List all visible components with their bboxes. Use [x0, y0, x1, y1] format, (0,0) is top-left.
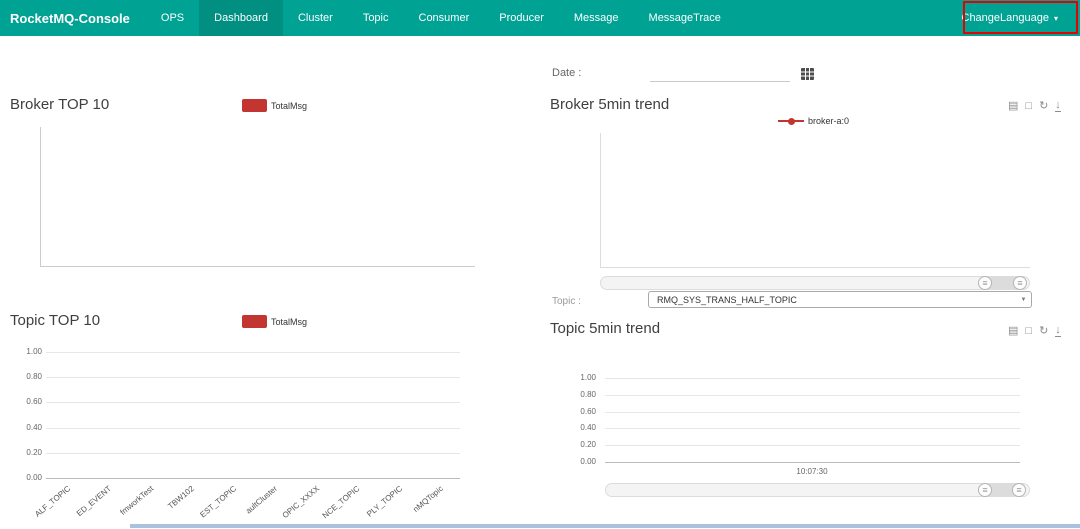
legend-bar-marker-icon	[242, 315, 267, 328]
topic-top10-title: Topic TOP 10	[10, 312, 101, 329]
date-label: Date :	[552, 67, 582, 79]
topic-trend-datazoom-slider[interactable]: ≡ ≡	[605, 483, 1030, 497]
navbar: RocketMQ-Console OPS Dashboard Cluster T…	[0, 0, 1080, 36]
gridline	[605, 428, 1020, 429]
broker-top10-title: Broker TOP 10	[10, 96, 110, 113]
gridline	[46, 352, 460, 353]
caret-down-icon: ▾	[1053, 13, 1058, 23]
x-category-label: NCE_TOPIC	[321, 484, 362, 521]
gridline	[46, 428, 460, 429]
nav-item-dashboard[interactable]: Dashboard	[199, 0, 283, 36]
nav-item-producer[interactable]: Producer	[484, 0, 559, 36]
gridline	[605, 445, 1020, 446]
legend-line-marker-icon	[778, 117, 804, 125]
x-category-label: fmworkTest	[118, 484, 155, 517]
legend-label: broker-a:0	[808, 116, 850, 126]
nav-item-message[interactable]: Message	[559, 0, 634, 36]
page: RocketMQ-Console OPS Dashboard Cluster T…	[0, 0, 1080, 529]
x-time-label: 10:07:30	[796, 467, 828, 476]
gridline	[605, 378, 1020, 379]
y-tick-label: 0.20	[26, 448, 42, 457]
x-category-label: ED_EVENT	[74, 484, 113, 519]
dataview-icon[interactable]: ▤	[1008, 100, 1018, 112]
x-category-label: PLY_TOPIC	[364, 484, 404, 519]
y-tick-label: 0.40	[26, 423, 42, 432]
dataview-icon[interactable]: ▤	[1008, 325, 1018, 337]
gridline	[605, 395, 1020, 396]
download-icon[interactable]: ↓	[1055, 100, 1061, 112]
nav-item-cluster[interactable]: Cluster	[283, 0, 348, 36]
x-category-label: nMQTopic	[411, 484, 445, 515]
datazoom-right-handle[interactable]: ≡	[1012, 483, 1026, 497]
refresh-icon[interactable]: ↻	[1039, 325, 1048, 337]
legend-bar-marker-icon	[242, 99, 267, 112]
nav-item-ops[interactable]: OPS	[146, 0, 199, 36]
restore-icon[interactable]: □	[1025, 325, 1032, 337]
restore-icon[interactable]: □	[1025, 100, 1032, 112]
x-category-label: TBW102	[166, 484, 196, 511]
broker-trend-datazoom-slider[interactable]: ≡ ≡	[600, 276, 1030, 290]
gridline	[46, 453, 460, 454]
topic-select-value: RMQ_SYS_TRANS_HALF_TOPIC	[657, 294, 797, 305]
nav-item-messagetrace[interactable]: MessageTrace	[634, 0, 736, 36]
change-language-button[interactable]: ChangeLanguage ▾	[940, 0, 1080, 36]
x-category-label: EST_TOPIC	[198, 484, 238, 520]
y-tick-label: 0.40	[580, 423, 596, 432]
x-category-label: ALF_TOPIC	[32, 484, 72, 519]
broker-trend-toolbox: ▤ □ ↻ ↓	[1008, 100, 1061, 112]
y-tick-label: 0.80	[580, 390, 596, 399]
nav-item-topic[interactable]: Topic	[348, 0, 404, 36]
datazoom-left-handle[interactable]: ≡	[978, 483, 992, 497]
date-input[interactable]	[650, 64, 790, 82]
calendar-icon[interactable]	[801, 67, 814, 85]
y-tick-label: 0.00	[26, 473, 42, 482]
x-axis-line	[605, 462, 1020, 463]
topic-trend-toolbox: ▤ □ ↻ ↓	[1008, 325, 1061, 337]
topic-top10-legend[interactable]: TotalMsg	[242, 315, 307, 328]
refresh-icon[interactable]: ↻	[1039, 100, 1048, 112]
nav-item-consumer[interactable]: Consumer	[404, 0, 485, 36]
broker-trend-title: Broker 5min trend	[550, 96, 670, 113]
datazoom-left-handle[interactable]: ≡	[978, 276, 992, 290]
gridline	[46, 402, 460, 403]
gridline	[46, 377, 460, 378]
y-tick-label: 0.00	[580, 457, 596, 466]
broker-top10-legend[interactable]: TotalMsg	[242, 99, 307, 112]
legend-label: TotalMsg	[271, 316, 308, 327]
x-category-label: aultCluster	[243, 484, 279, 516]
x-category-label: OPIC_XXXX	[280, 484, 321, 521]
brand-logo[interactable]: RocketMQ-Console	[0, 0, 146, 36]
broker-top10-chart	[40, 127, 475, 267]
y-tick-label: 0.60	[580, 407, 596, 416]
topic-trend-title: Topic 5min trend	[550, 320, 661, 337]
y-tick-label: 0.60	[26, 397, 42, 406]
topic-select[interactable]: RMQ_SYS_TRANS_HALF_TOPIC ▼	[648, 291, 1032, 308]
broker-trend-chart	[600, 133, 1030, 268]
download-icon[interactable]: ↓	[1055, 325, 1061, 337]
x-axis-line	[46, 478, 460, 479]
y-tick-label: 1.00	[26, 347, 42, 356]
horizontal-scrollbar[interactable]	[130, 524, 1080, 528]
y-tick-label: 0.80	[26, 372, 42, 381]
broker-trend-legend[interactable]: broker-a:0	[778, 116, 849, 126]
select-arrow-icon: ▼	[1020, 296, 1027, 303]
gridline	[605, 412, 1020, 413]
y-tick-label: 0.20	[580, 440, 596, 449]
datazoom-right-handle[interactable]: ≡	[1013, 276, 1027, 290]
topic-label: Topic :	[552, 296, 581, 307]
legend-label: TotalMsg	[271, 100, 308, 111]
change-language-label: ChangeLanguage	[961, 12, 1049, 24]
y-tick-label: 1.00	[580, 373, 596, 382]
